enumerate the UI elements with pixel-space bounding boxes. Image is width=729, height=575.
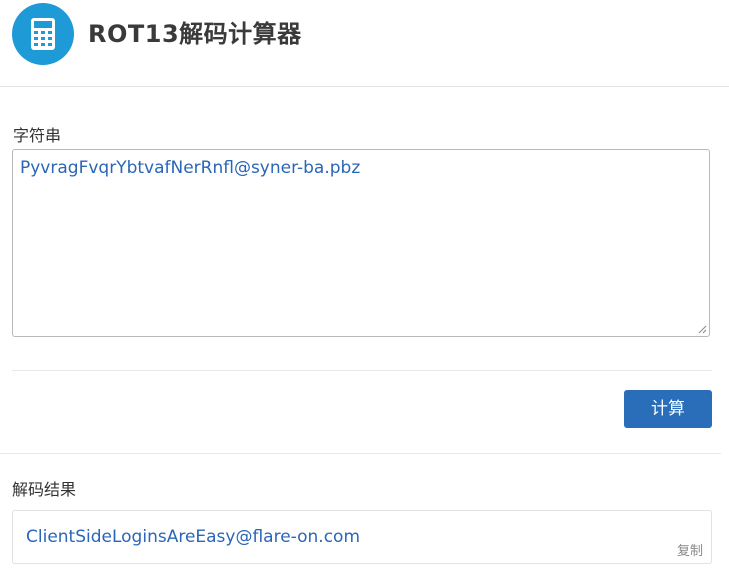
input-label: 字符串: [13, 126, 62, 145]
result-value: ClientSideLoginsAreEasy@flare-on.com: [26, 527, 361, 547]
calculator-icon: [31, 18, 55, 50]
result-output: ClientSideLoginsAreEasy@flare-on.com 复制: [12, 510, 712, 564]
resize-grip-icon[interactable]: [697, 324, 707, 334]
copy-button[interactable]: 复制: [677, 540, 703, 559]
divider: [0, 453, 721, 454]
string-input-value: PyvragFvqrYbtvafNerRnfl@syner-ba.pbz: [20, 158, 361, 178]
page-title: ROT13解码计算器: [88, 20, 302, 48]
divider: [12, 370, 712, 371]
calculate-button[interactable]: 计算: [624, 390, 712, 428]
page: ROT13解码计算器 字符串 PyvragFvqrYbtvafNerRnfl@s…: [0, 0, 729, 575]
string-input[interactable]: PyvragFvqrYbtvafNerRnfl@syner-ba.pbz: [12, 149, 710, 337]
app-logo: [12, 3, 74, 65]
header: ROT13解码计算器: [0, 0, 729, 87]
result-label: 解码结果: [12, 480, 77, 499]
